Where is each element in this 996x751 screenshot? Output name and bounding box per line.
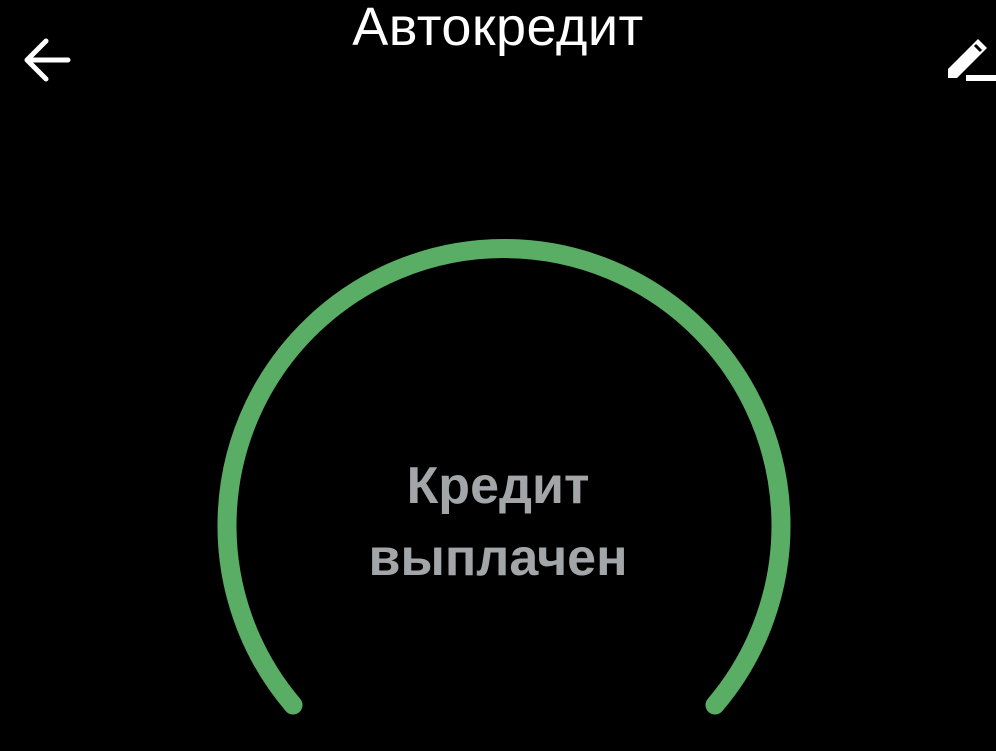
loan-detail-screen: Автокредит Кредит выплачен [0,0,996,751]
payment-progress-gauge [217,239,791,715]
status-line-2: выплачен [368,529,628,587]
loan-status-text: Кредит выплачен [0,450,996,594]
status-line-1: Кредит [406,457,590,515]
